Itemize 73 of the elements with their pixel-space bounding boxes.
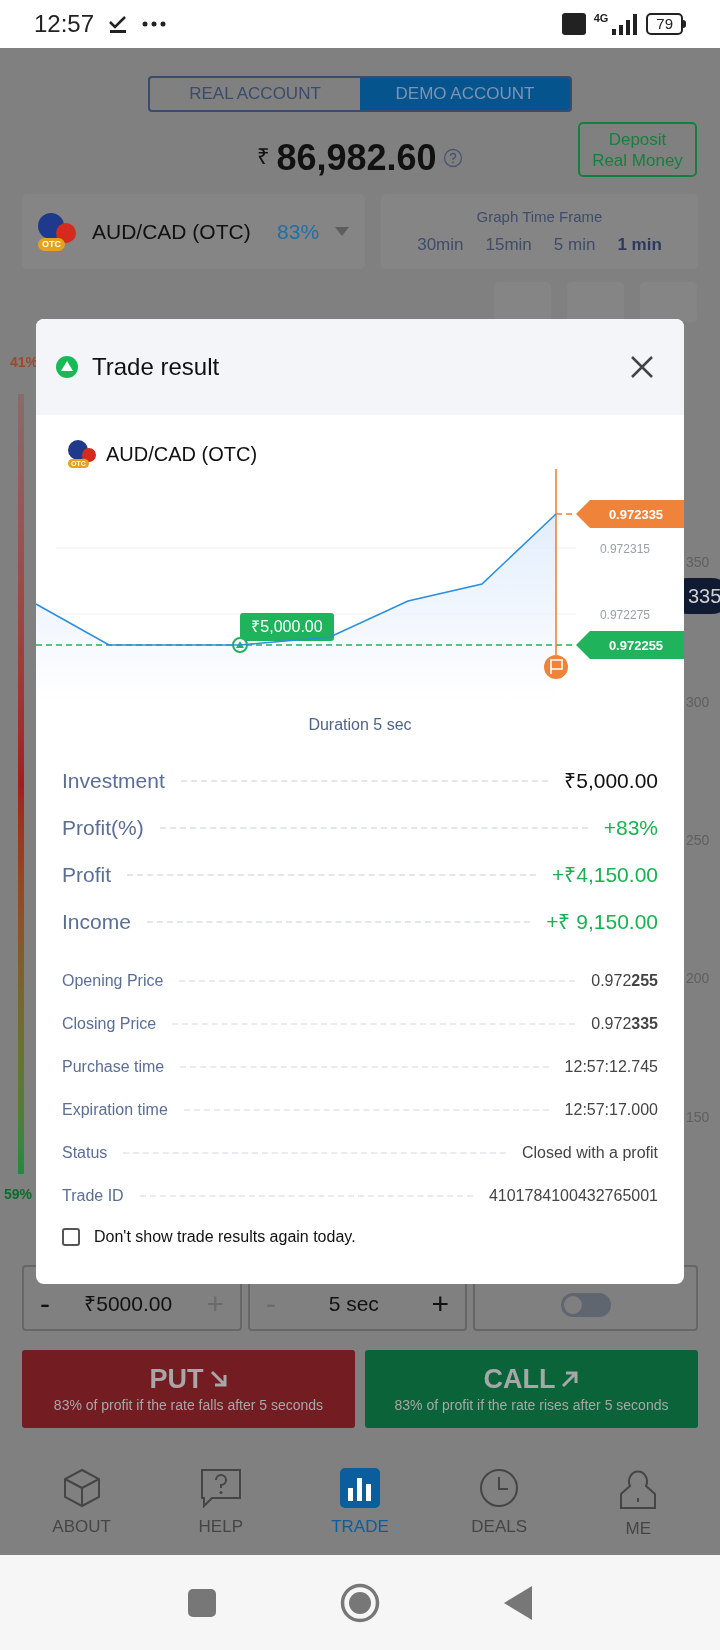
price-grid-label: 0.972275	[599, 608, 650, 622]
arrow-up-right-icon	[561, 1369, 580, 1388]
clock-icon	[479, 1468, 520, 1508]
duration-text: Duration 5 sec	[308, 715, 412, 735]
call-button[interactable]: CALL 83% of profit if the rate rises after 5 seconds	[365, 1350, 698, 1428]
asset-selector[interactable]: OTC AUD/CAD (OTC) 83%	[22, 194, 365, 269]
time-frame-option[interactable]: 1 min	[617, 232, 662, 258]
checkbox-label: Don't show trade results again today.	[94, 1227, 356, 1247]
detail-label: Purchase time	[62, 1056, 165, 1077]
result-label: Investment	[62, 767, 165, 794]
detail-value: 12:57:12.745	[564, 1056, 658, 1077]
home-icon[interactable]	[340, 1582, 380, 1623]
result-value: +₹4,150.00	[552, 861, 658, 888]
asset-name: AUD/CAD (OTC)	[106, 442, 258, 467]
account-tab[interactable]: DEMO ACCOUNT	[360, 78, 570, 110]
tool-button[interactable]	[640, 282, 697, 322]
detail-value: Closed with a profit	[521, 1142, 658, 1163]
opening-price-marker: 0.972255	[576, 631, 684, 659]
result-label: Profit	[62, 861, 111, 888]
result-value: +₹ 9,150.00	[546, 908, 658, 935]
detail-label: Status	[62, 1142, 108, 1163]
result-value: ₹5,000.00	[564, 767, 658, 794]
detail-label: Trade ID	[62, 1185, 124, 1206]
checkbox[interactable]	[62, 1228, 80, 1246]
put-button[interactable]: PUT 83% of profit if the rate falls after 5 seconds	[22, 1350, 355, 1428]
detail-value: 0.972255	[591, 970, 658, 991]
sentiment-percent: 59%	[4, 1185, 33, 1204]
nav-tab[interactable]: HELP	[170, 1468, 271, 1550]
signal-icon	[610, 13, 639, 35]
more-dots-icon	[142, 21, 167, 27]
detail-label: Opening Price	[62, 970, 164, 991]
question-bubble-icon	[199, 1468, 242, 1508]
battery-indicator: 79	[646, 13, 686, 35]
detail-value: 0.972335	[591, 1013, 658, 1034]
one-click-toggle[interactable]	[560, 1293, 611, 1317]
network-type: 4G	[593, 13, 609, 24]
currency-symbol: ₹	[257, 143, 271, 171]
detail-value: 4101784100432765001	[488, 1185, 658, 1206]
tool-button[interactable]	[567, 282, 624, 322]
download-done-icon	[108, 14, 129, 34]
nav-tab[interactable]: TRADE	[309, 1468, 410, 1550]
dialog-title: Trade result	[92, 352, 221, 382]
deposit-button[interactable]: Deposit Real Money	[578, 122, 697, 177]
up-arrow-circle-icon	[56, 356, 78, 378]
nav-tab[interactable]: DEALS	[449, 1468, 550, 1550]
detail-value: 12:57:17.000	[564, 1099, 658, 1120]
nav-tab[interactable]: ABOUT	[31, 1468, 132, 1550]
price-grid-label: 0.972315	[599, 542, 650, 556]
recents-icon[interactable]	[188, 1588, 216, 1617]
result-label: Income	[62, 908, 131, 935]
bar-chart-icon	[339, 1468, 380, 1508]
cube-icon	[61, 1468, 102, 1508]
result-value: +83%	[603, 814, 658, 841]
stake-label: ₹5,000.00	[240, 613, 334, 641]
time-frame-option[interactable]: 30min	[417, 232, 464, 258]
clock-time: 12:57	[34, 9, 95, 39]
help-icon	[442, 148, 463, 168]
arrow-down-right-icon	[209, 1369, 228, 1388]
time-frame-option[interactable]: 5 min	[553, 232, 596, 258]
account-tab[interactable]: REAL ACCOUNT	[150, 78, 360, 110]
tool-button[interactable]	[494, 282, 551, 322]
finish-flag-icon	[544, 655, 568, 679]
balance-amount: 86,982.60	[276, 136, 437, 180]
detail-label: Expiration time	[62, 1099, 168, 1120]
time-frame-title: Graph Time Frame	[476, 206, 603, 227]
user-icon	[618, 1468, 659, 1510]
nav-tab[interactable]: ME	[588, 1468, 689, 1550]
result-label: Profit(%)	[62, 814, 144, 841]
detail-label: Closing Price	[62, 1013, 157, 1034]
time-frame-option[interactable]: 15min	[485, 232, 532, 258]
back-icon[interactable]	[504, 1585, 532, 1620]
close-icon	[630, 355, 654, 379]
caret-icon	[335, 227, 349, 236]
